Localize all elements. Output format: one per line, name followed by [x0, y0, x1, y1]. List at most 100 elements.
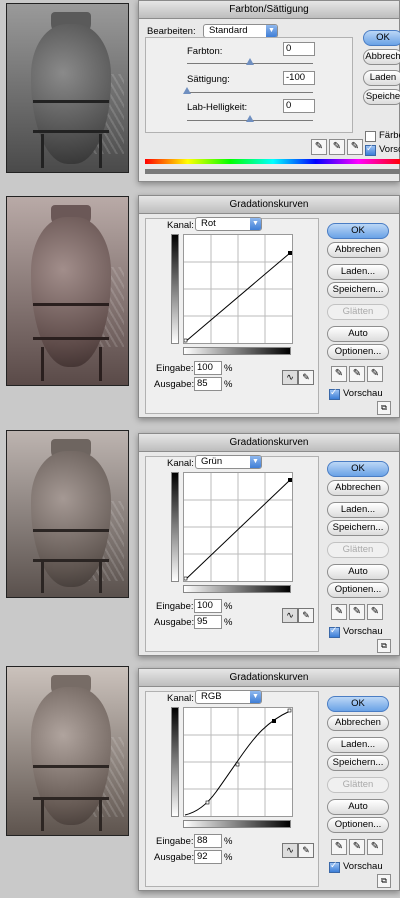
ok-button[interactable]: OK	[363, 30, 400, 46]
output-field[interactable]: 85	[194, 377, 222, 391]
curve-point	[272, 719, 276, 723]
cancel-button[interactable]: Abbrechen	[327, 242, 389, 258]
gray-eyedropper-icon[interactable]: ✎	[349, 839, 365, 855]
saturation-field[interactable]: -100	[283, 71, 315, 85]
channel-select[interactable]: Rot ▼	[195, 217, 262, 231]
hue-saturation-dialog: Farbton/Sättigung Bearbeiten: Standard ▼…	[138, 0, 400, 182]
load-button[interactable]: Laden	[363, 70, 400, 86]
input-gradient-bar	[183, 820, 291, 828]
colorize-checkbox[interactable]	[365, 131, 376, 142]
curve-mode-icon[interactable]: ∿	[282, 843, 298, 858]
save-button[interactable]: Speiche	[363, 89, 400, 105]
cancel-button[interactable]: Abbrechen	[327, 480, 389, 496]
expand-icon[interactable]: ⧉	[377, 639, 391, 653]
saturation-slider[interactable]	[187, 92, 313, 93]
output-gradient-bar	[171, 707, 179, 817]
preview-checkbox[interactable]	[365, 143, 376, 156]
white-eyedropper-icon[interactable]: ✎	[367, 604, 383, 620]
auto-button[interactable]: Auto	[327, 326, 389, 342]
options-button[interactable]: Optionen...	[327, 344, 389, 360]
input-field[interactable]: 100	[194, 599, 222, 613]
lightness-slider-thumb[interactable]	[246, 115, 254, 122]
output-field[interactable]: 92	[194, 850, 222, 864]
photo-grayscale	[6, 3, 129, 173]
curve-point	[288, 478, 292, 482]
hue-slider-thumb[interactable]	[246, 58, 254, 65]
curves-dialog-red: Gradationskurven Kanal: Rot ▼ Eingabe: 1…	[138, 195, 400, 418]
curve-point	[235, 762, 240, 767]
smooth-button[interactable]: Glätten	[327, 542, 389, 558]
ok-button[interactable]: OK	[327, 223, 389, 239]
channel-select[interactable]: RGB ▼	[195, 690, 262, 704]
edit-select-value: Standard	[209, 25, 248, 36]
curve-mode-icon[interactable]: ∿	[282, 370, 298, 385]
curve-graph[interactable]	[183, 472, 293, 582]
curve-point	[288, 251, 292, 255]
channel-label: Kanal:	[167, 458, 194, 469]
photo-red-curve	[6, 196, 129, 386]
curve-graph[interactable]	[183, 707, 293, 817]
input-field[interactable]: 88	[194, 834, 222, 848]
smooth-button[interactable]: Glätten	[327, 304, 389, 320]
output-label: Ausgabe:	[154, 852, 195, 863]
output-field[interactable]: 95	[194, 615, 222, 629]
white-eyedropper-icon[interactable]: ✎	[367, 366, 383, 382]
load-button[interactable]: Laden...	[327, 737, 389, 753]
curves-dialog-green: Gradationskurven Kanal: Grün ▼ Eingabe: …	[138, 433, 400, 656]
hue-label: Farbton:	[187, 46, 223, 57]
lightness-field[interactable]: 0	[283, 99, 315, 113]
preview-checkbox[interactable]	[329, 387, 340, 400]
output-unit: %	[224, 852, 233, 863]
save-button[interactable]: Speichern...	[327, 282, 389, 298]
eyedropper-plus-icon[interactable]: ✎	[329, 139, 345, 155]
result-spectrum-bar	[145, 169, 400, 174]
black-eyedropper-icon[interactable]: ✎	[331, 366, 347, 382]
preview-checkbox[interactable]	[329, 860, 340, 873]
gray-eyedropper-icon[interactable]: ✎	[349, 366, 365, 382]
input-label: Eingabe:	[156, 363, 194, 374]
eyedropper-minus-icon[interactable]: ✎	[347, 139, 363, 155]
output-label: Ausgabe:	[154, 617, 195, 628]
edit-select[interactable]: Standard ▼	[203, 24, 278, 38]
save-button[interactable]: Speichern...	[327, 520, 389, 536]
curve-graph[interactable]	[183, 234, 293, 344]
black-eyedropper-icon[interactable]: ✎	[331, 839, 347, 855]
expand-icon[interactable]: ⧉	[377, 401, 391, 415]
photo-green-curve	[6, 430, 129, 598]
options-button[interactable]: Optionen...	[327, 817, 389, 833]
saturation-slider-thumb[interactable]	[183, 87, 191, 94]
ok-button[interactable]: OK	[327, 461, 389, 477]
hue-field[interactable]: 0	[283, 42, 315, 56]
cancel-button[interactable]: Abbrech	[363, 49, 400, 65]
load-button[interactable]: Laden...	[327, 264, 389, 280]
eyedropper-icon[interactable]: ✎	[311, 139, 327, 155]
chevron-down-icon: ▼	[250, 218, 261, 230]
input-field[interactable]: 100	[194, 361, 222, 375]
curve-point	[205, 800, 210, 805]
save-button[interactable]: Speichern...	[327, 755, 389, 771]
preview-checkbox[interactable]	[329, 625, 340, 638]
auto-button[interactable]: Auto	[327, 799, 389, 815]
expand-icon[interactable]: ⧉	[377, 874, 391, 888]
channel-label: Kanal:	[167, 693, 194, 704]
input-unit: %	[224, 601, 233, 612]
channel-select[interactable]: Grün ▼	[195, 455, 262, 469]
input-unit: %	[224, 836, 233, 847]
options-button[interactable]: Optionen...	[327, 582, 389, 598]
white-eyedropper-icon[interactable]: ✎	[367, 839, 383, 855]
curve-point	[287, 708, 292, 713]
black-eyedropper-icon[interactable]: ✎	[331, 604, 347, 620]
pencil-mode-icon[interactable]: ✎	[298, 370, 314, 385]
curve-mode-icon[interactable]: ∿	[282, 608, 298, 623]
output-gradient-bar	[171, 472, 179, 582]
auto-button[interactable]: Auto	[327, 564, 389, 580]
cancel-button[interactable]: Abbrechen	[327, 715, 389, 731]
input-gradient-bar	[183, 585, 291, 593]
pencil-mode-icon[interactable]: ✎	[298, 843, 314, 858]
load-button[interactable]: Laden...	[327, 502, 389, 518]
ok-button[interactable]: OK	[327, 696, 389, 712]
smooth-button[interactable]: Glätten	[327, 777, 389, 793]
gray-eyedropper-icon[interactable]: ✎	[349, 604, 365, 620]
pencil-mode-icon[interactable]: ✎	[298, 608, 314, 623]
edit-label: Bearbeiten:	[147, 26, 196, 37]
